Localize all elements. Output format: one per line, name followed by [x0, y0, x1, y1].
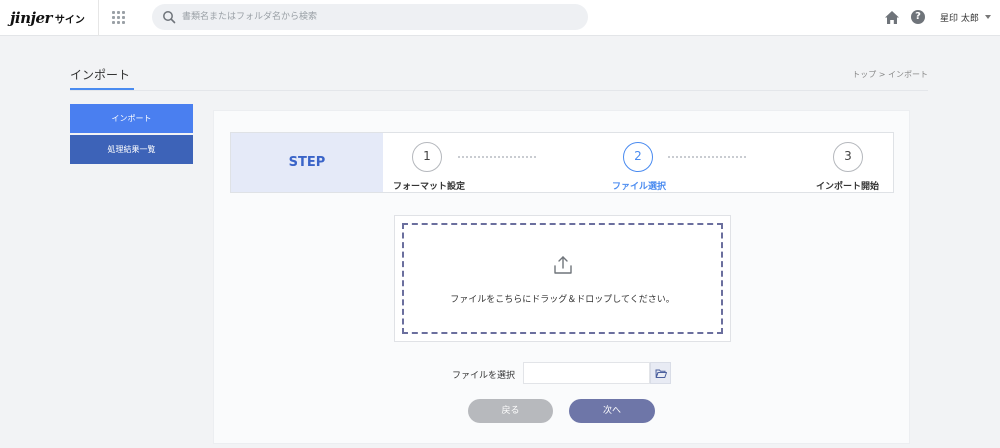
header-divider [98, 0, 99, 36]
step-2-name: ファイル選択 [612, 182, 667, 192]
top-header: jinjer サイン ? 星印 太郎 [0, 0, 1000, 36]
sidebar-item-import[interactable]: インポート [70, 104, 193, 133]
step-2-circle: 2 [623, 142, 653, 172]
page-title: インポート [70, 68, 131, 82]
folder-open-icon [655, 369, 667, 378]
step-3-circle: 3 [833, 142, 863, 172]
file-select-label: ファイルを選択 [452, 371, 516, 381]
file-drop-zone[interactable]: ファイルをこちらにドラッグ＆ドロップしてください。 [402, 223, 723, 334]
file-drop-container: ファイルをこちらにドラッグ＆ドロップしてください。 [394, 215, 731, 342]
import-panel: STEP 1 フォーマット設定 2 ファイル選択 3 インポート開始 ファイルを… [213, 110, 910, 444]
user-menu-caret-icon[interactable] [985, 15, 991, 19]
step-indicator: STEP 1 フォーマット設定 2 ファイル選択 3 インポート開始 [230, 132, 894, 193]
user-menu-name[interactable]: 星印 太郎 [940, 11, 979, 24]
back-button[interactable]: 戻る [468, 399, 553, 423]
step-1-name: フォーマット設定 [393, 182, 466, 192]
step-connector-1 [458, 156, 536, 158]
breadcrumb: トップ > インポート [852, 70, 928, 79]
search-icon [163, 11, 176, 24]
logo-word: jinjer [10, 9, 52, 27]
apps-grid-icon[interactable] [112, 11, 126, 25]
sidebar-item-results[interactable]: 処理結果一覧 [70, 135, 193, 164]
search-bar [152, 4, 588, 30]
page-title-rule [70, 90, 928, 91]
step-1-circle: 1 [412, 142, 442, 172]
file-path-field[interactable] [523, 362, 650, 384]
app-logo[interactable]: jinjer サイン [10, 9, 85, 27]
logo-sub: サイン [54, 15, 85, 26]
browse-file-button[interactable] [650, 362, 671, 384]
home-icon[interactable] [884, 10, 900, 25]
help-icon[interactable]: ? [911, 10, 925, 24]
next-button[interactable]: 次へ [569, 399, 655, 423]
step-connector-2 [668, 156, 746, 158]
drop-instruction: ファイルをこちらにドラッグ＆ドロップしてください。 [450, 295, 675, 305]
upload-icon [554, 256, 572, 274]
step-label: STEP [231, 133, 383, 192]
step-3-name: インポート開始 [816, 182, 880, 192]
search-input[interactable] [182, 4, 582, 30]
side-menu: インポート 処理結果一覧 [70, 104, 193, 164]
